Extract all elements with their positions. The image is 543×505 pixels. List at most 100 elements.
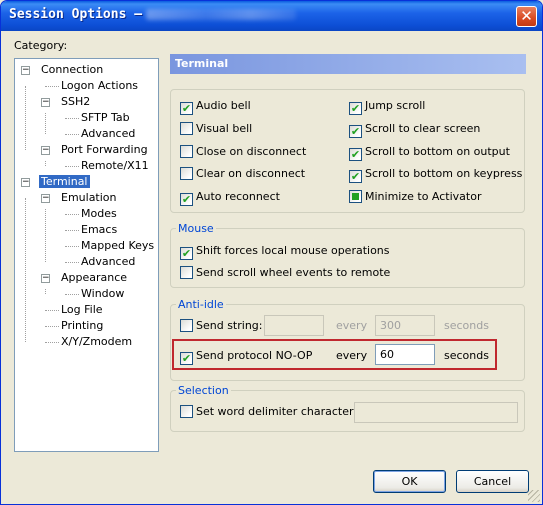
tree-item-sftp-tab[interactable]: SFTP Tab bbox=[81, 111, 130, 125]
shift-forces-label: Shift forces local mouse operations bbox=[196, 244, 390, 257]
tree-item-printing[interactable]: Printing bbox=[61, 319, 103, 333]
scroll-to-bottom-keypress-label: Scroll to bottom on keypress bbox=[365, 167, 523, 180]
send-string-every-label: every bbox=[336, 319, 368, 332]
tree-item-terminal[interactable]: Terminal bbox=[39, 175, 90, 189]
resize-grip[interactable] bbox=[528, 490, 540, 502]
selection-group-title: Selection bbox=[176, 384, 231, 397]
checkbox-box[interactable] bbox=[180, 319, 193, 332]
tree-connector bbox=[45, 326, 59, 327]
checkbox-box[interactable]: ✔ bbox=[180, 247, 193, 260]
checkbox-box[interactable] bbox=[180, 405, 193, 418]
mouse-group-title: Mouse bbox=[176, 222, 216, 235]
tree-item-label: Emacs bbox=[81, 223, 118, 236]
scroll-to-bottom-output-label: Scroll to bottom on output bbox=[365, 145, 510, 158]
tree-item-remote-x11[interactable]: Remote/X11 bbox=[81, 159, 149, 173]
tree-connector bbox=[25, 86, 26, 150]
tree-item-emulation[interactable]: Emulation bbox=[61, 191, 117, 205]
checkbox-box[interactable]: ✔ bbox=[349, 125, 362, 138]
tree-item-label: Emulation bbox=[61, 191, 117, 204]
cancel-button[interactable]: Cancel bbox=[456, 470, 529, 493]
title-bar[interactable]: Session Options — ✕ bbox=[1, 1, 542, 31]
checkbox-box[interactable]: ✔ bbox=[180, 102, 193, 115]
send-string-interval-input[interactable]: 300 bbox=[375, 315, 435, 336]
tree-item-connection[interactable]: Connection bbox=[41, 63, 103, 77]
tree-item-log-file[interactable]: Log File bbox=[61, 303, 103, 317]
close-on-disconnect-checkbox[interactable]: Close on disconnect bbox=[180, 145, 306, 159]
ok-button[interactable]: OK bbox=[373, 470, 446, 493]
tree-item-ssh2-advanced[interactable]: Advanced bbox=[81, 127, 135, 141]
tree-item-ssh2[interactable]: SSH2 bbox=[61, 95, 90, 109]
checkbox-box[interactable]: ✔ bbox=[349, 170, 362, 183]
tree-item-label: Remote/X11 bbox=[81, 159, 149, 172]
checkbox-box[interactable]: ✔ bbox=[349, 148, 362, 161]
tree-item-logon-actions[interactable]: Logon Actions bbox=[61, 79, 138, 93]
tree-item-mapped-keys[interactable]: Mapped Keys bbox=[81, 239, 154, 253]
audio-bell-checkbox[interactable]: ✔ Audio bell bbox=[180, 99, 251, 115]
shift-forces-checkbox[interactable]: ✔ Shift forces local mouse operations bbox=[180, 244, 390, 260]
panel-title: Terminal bbox=[170, 54, 526, 74]
tree-connector bbox=[65, 230, 79, 231]
selection-group: Selection Set word delimiter characters: bbox=[170, 385, 525, 432]
tree-item-port-forwarding[interactable]: Port Forwarding bbox=[61, 143, 148, 157]
category-label: Category: bbox=[14, 39, 68, 52]
jump-scroll-label: Jump scroll bbox=[365, 99, 426, 112]
scroll-to-bottom-keypress-checkbox[interactable]: ✔ Scroll to bottom on keypress bbox=[349, 167, 523, 183]
window-title: Session Options — bbox=[9, 7, 297, 22]
tree-connector bbox=[65, 214, 79, 215]
auto-reconnect-label: Auto reconnect bbox=[196, 190, 280, 203]
checkbox-box[interactable]: ✔ bbox=[349, 102, 362, 115]
tree-connector bbox=[45, 161, 46, 166]
tree-item-label: Modes bbox=[81, 207, 117, 220]
close-button[interactable]: ✕ bbox=[516, 6, 537, 27]
auto-reconnect-checkbox[interactable]: ✔ Auto reconnect bbox=[180, 190, 280, 206]
window-title-text: Session Options — bbox=[9, 7, 143, 22]
send-string-checkbox[interactable]: Send string: bbox=[180, 319, 262, 333]
tree-item-label: Port Forwarding bbox=[61, 143, 148, 156]
tree-item-window[interactable]: Window bbox=[81, 287, 124, 301]
tree-connector bbox=[45, 113, 46, 134]
clear-on-disconnect-checkbox[interactable]: Clear on disconnect bbox=[180, 167, 305, 181]
visual-bell-label: Visual bell bbox=[196, 122, 253, 135]
tree-connector bbox=[45, 86, 59, 87]
tree-item-label: Mapped Keys bbox=[81, 239, 155, 252]
tree-item-modes[interactable]: Modes bbox=[81, 207, 117, 221]
tree-item-label: Advanced bbox=[81, 255, 136, 268]
checkbox-box[interactable] bbox=[180, 145, 193, 158]
tree-connector bbox=[65, 246, 79, 247]
tree-item-emulation-advanced[interactable]: Advanced bbox=[81, 255, 135, 269]
scroll-wheel-remote-checkbox[interactable]: Send scroll wheel events to remote bbox=[180, 266, 390, 280]
minimize-to-activator-checkbox[interactable]: Minimize to Activator bbox=[349, 190, 482, 204]
checkbox-box[interactable]: ✔ bbox=[180, 193, 193, 206]
tree-item-label: Window bbox=[81, 287, 125, 300]
tree-connector bbox=[65, 294, 79, 295]
scroll-to-clear-screen-checkbox[interactable]: ✔ Scroll to clear screen bbox=[349, 122, 481, 138]
jump-scroll-checkbox[interactable]: ✔ Jump scroll bbox=[349, 99, 426, 115]
tree-item-xyzmodem[interactable]: X/Y/Zmodem bbox=[61, 335, 132, 349]
close-on-disconnect-label: Close on disconnect bbox=[196, 145, 307, 158]
tree-collapse-icon[interactable]: − bbox=[41, 274, 50, 283]
tree-item-label: SSH2 bbox=[61, 95, 91, 108]
tree-connector bbox=[45, 342, 59, 343]
tree-collapse-icon[interactable]: − bbox=[21, 66, 30, 75]
word-delimiter-checkbox[interactable]: Set word delimiter characters: bbox=[180, 405, 363, 419]
tree-item-appearance[interactable]: Appearance bbox=[61, 271, 127, 285]
visual-bell-checkbox[interactable]: Visual bell bbox=[180, 122, 252, 136]
category-tree[interactable]: − Connection Logon Actions − SSH2 SFTP Tab Adv… bbox=[14, 58, 159, 452]
close-icon: ✕ bbox=[520, 7, 533, 25]
scroll-to-bottom-output-checkbox[interactable]: ✔ Scroll to bottom on output bbox=[349, 145, 510, 161]
tree-collapse-icon[interactable]: − bbox=[41, 98, 50, 107]
tree-collapse-icon[interactable]: − bbox=[41, 194, 50, 203]
tree-collapse-icon[interactable]: − bbox=[41, 146, 50, 155]
session-options-window: Session Options — ✕ Category: − Connectio… bbox=[0, 0, 543, 505]
tree-item-label: X/Y/Zmodem bbox=[61, 335, 133, 348]
tree-item-emacs[interactable]: Emacs bbox=[81, 223, 117, 237]
tree-collapse-icon[interactable]: − bbox=[21, 178, 30, 187]
blurred-session-name bbox=[146, 9, 297, 20]
checkbox-box[interactable] bbox=[180, 167, 193, 180]
send-string-input[interactable] bbox=[264, 315, 324, 336]
scroll-to-clear-screen-label: Scroll to clear screen bbox=[365, 122, 481, 135]
checkbox-box-indeterminate[interactable] bbox=[349, 190, 362, 203]
word-delimiter-input[interactable] bbox=[354, 402, 518, 423]
checkbox-box[interactable] bbox=[180, 122, 193, 135]
checkbox-box[interactable] bbox=[180, 266, 193, 279]
